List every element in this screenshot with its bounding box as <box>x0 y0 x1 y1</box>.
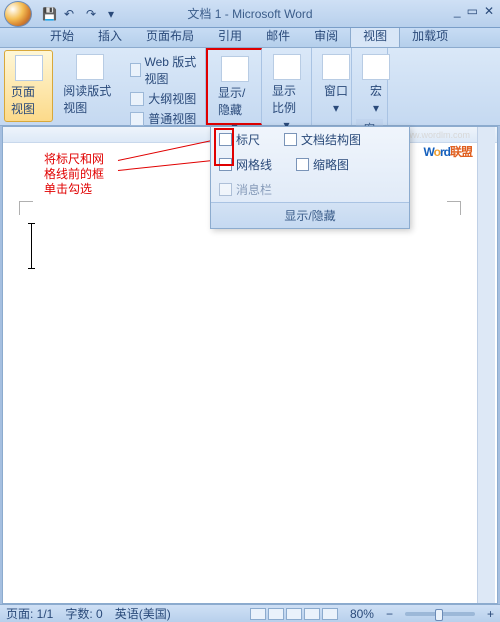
draft-icon <box>130 112 144 126</box>
zoom-in-icon[interactable]: + <box>487 607 494 621</box>
dropdown-footer: 显示/隐藏 <box>211 202 409 228</box>
close-icon[interactable]: ✕ <box>484 4 494 18</box>
macro-icon <box>362 54 390 80</box>
save-icon[interactable]: 💾 <box>42 7 56 21</box>
chevron-down-icon: ▾ <box>373 101 379 115</box>
show-hide-icon <box>221 56 249 82</box>
watermark-url: www.wordlm.com <box>400 130 470 140</box>
group-show-hide[interactable]: 显示/隐藏▾ <box>206 48 262 125</box>
window-controls: _ ▭ ✕ <box>454 4 494 18</box>
view-print-icon[interactable] <box>250 608 266 620</box>
web-layout-button[interactable]: Web 版式视图 <box>126 52 201 88</box>
margin-corner-tr <box>447 201 461 215</box>
checkbox-gridlines[interactable]: 网格线 <box>219 156 272 173</box>
zoom-slider[interactable] <box>405 612 475 616</box>
status-language[interactable]: 英语(美国) <box>115 605 171 622</box>
minimize-icon[interactable]: _ <box>454 4 461 18</box>
checkbox-ruler[interactable]: 标尺 <box>219 131 260 148</box>
status-words[interactable]: 字数: 0 <box>65 605 102 622</box>
print-layout-button[interactable]: 页面视图 <box>4 50 53 122</box>
watermark-logo: Word联盟 <box>424 140 472 161</box>
zoom-level[interactable]: 80% <box>350 607 374 621</box>
group-document-views: 页面视图 阅读版式视图 Web 版式视图 大纲视图 普通视图 文档视图 <box>0 48 206 125</box>
print-layout-icon <box>15 55 43 81</box>
view-buttons <box>250 608 338 620</box>
checkbox-messagebar: 消息栏 <box>219 181 272 198</box>
qat-more-icon[interactable]: ▾ <box>108 7 122 21</box>
checkbox-docmap[interactable]: 文档结构图 <box>284 131 361 148</box>
maximize-icon[interactable]: ▭ <box>467 4 478 18</box>
office-button[interactable] <box>4 1 32 27</box>
reading-layout-button[interactable]: 阅读版式视图 <box>57 50 122 120</box>
undo-icon[interactable]: ↶ <box>64 7 78 21</box>
redo-icon[interactable]: ↷ <box>86 7 100 21</box>
view-reading-icon[interactable] <box>268 608 284 620</box>
text-cursor <box>31 223 32 269</box>
vertical-scrollbar[interactable] <box>477 127 495 603</box>
outline-button[interactable]: 大纲视图 <box>126 89 201 108</box>
group-macros[interactable]: 宏▾ 宏 <box>352 48 388 125</box>
margin-corner-tl <box>19 201 33 215</box>
chevron-down-icon: ▾ <box>333 101 339 115</box>
web-layout-icon <box>130 63 140 77</box>
checkbox-thumbnails[interactable]: 缩略图 <box>296 156 349 173</box>
outline-icon <box>130 92 144 106</box>
group-window[interactable]: 窗口▾ <box>312 48 352 125</box>
ribbon-tabs: 开始 插入 页面布局 引用 邮件 审阅 视图 加载项 <box>0 28 500 48</box>
status-bar: 页面: 1/1 字数: 0 英语(美国) 80% − + <box>0 604 500 622</box>
ribbon: 页面视图 阅读版式视图 Web 版式视图 大纲视图 普通视图 文档视图 显示/隐… <box>0 48 500 126</box>
title-bar: 💾 ↶ ↷ ▾ 文档 1 - Microsoft Word _ ▭ ✕ <box>0 0 500 28</box>
reading-layout-icon <box>76 54 104 80</box>
view-outline-icon[interactable] <box>304 608 320 620</box>
zoom-icon <box>273 54 301 80</box>
annotation-text: 将标尺和网 格线前的框 单击勾选 <box>44 152 104 197</box>
zoom-out-icon[interactable]: − <box>386 607 393 621</box>
group-zoom[interactable]: 显示比例▾ <box>262 48 312 125</box>
view-draft-icon[interactable] <box>322 608 338 620</box>
window-icon <box>322 54 350 80</box>
quick-access-toolbar: 💾 ↶ ↷ ▾ <box>42 7 122 21</box>
status-page[interactable]: 页面: 1/1 <box>6 605 53 622</box>
show-hide-dropdown: 标尺 文档结构图 网格线 缩略图 消息栏 显示/隐藏 <box>210 126 410 229</box>
view-web-icon[interactable] <box>286 608 302 620</box>
